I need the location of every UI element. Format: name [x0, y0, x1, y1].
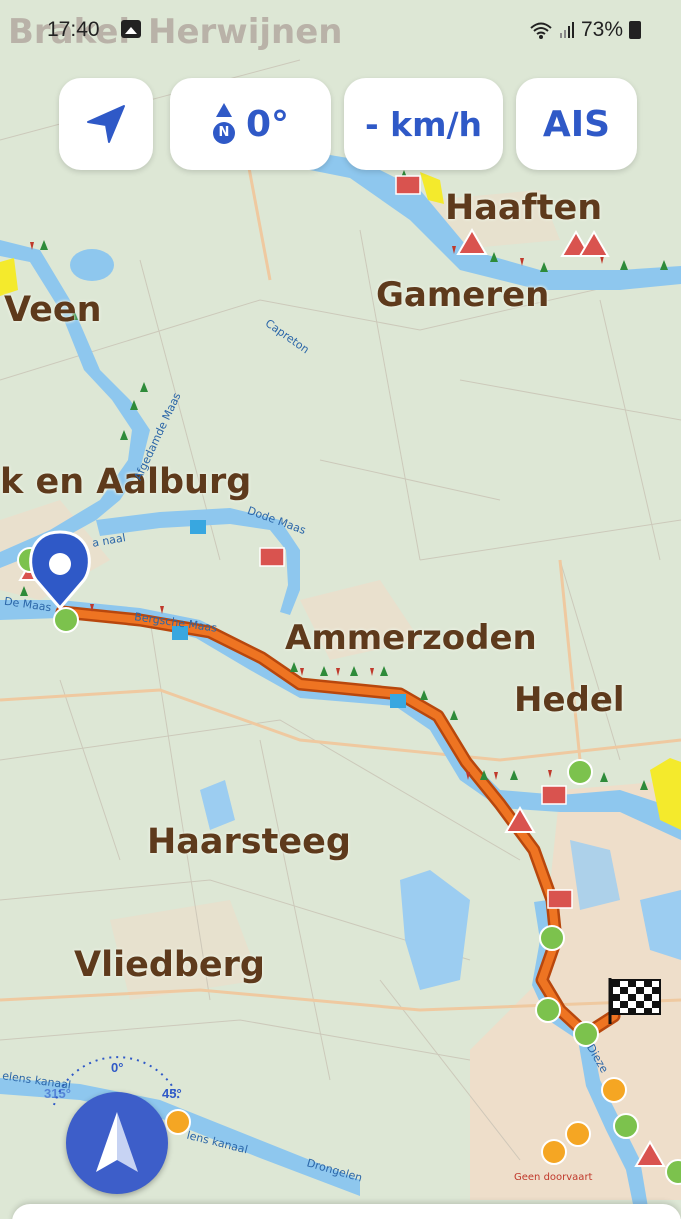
place-hedel: Hedel — [514, 680, 625, 720]
ais-button[interactable]: AIS — [516, 78, 637, 170]
bottom-sheet[interactable] — [12, 1204, 681, 1219]
battery-level: 73% — [580, 18, 623, 41]
north-indicator: N — [212, 101, 236, 147]
heading-button[interactable]: N 0° — [170, 78, 331, 170]
north-letter: N — [218, 125, 230, 140]
location-arrow-icon — [87, 105, 125, 143]
ais-label: AIS — [542, 103, 611, 145]
screen: Brakel Herwijnen Haaften Gameren Veen k … — [0, 0, 681, 1219]
compass-dial-0: 0° — [111, 1060, 124, 1075]
wifi-icon — [530, 22, 552, 39]
status-right: 73% — [529, 18, 641, 42]
place-gameren: Gameren — [376, 275, 550, 315]
status-time: 17:40 — [47, 18, 100, 41]
north-arrow-icon — [212, 103, 235, 144]
place-veen: Veen — [4, 290, 102, 330]
heading-value: 0° — [245, 103, 290, 145]
speed-value: - km/h — [364, 104, 483, 144]
place-haaften: Haaften — [445, 188, 603, 228]
place-haarsteeg: Haarsteeg — [147, 822, 351, 862]
compass-needle-icon — [96, 1112, 138, 1172]
battery-icon — [629, 21, 641, 39]
navigation-mode-button[interactable] — [59, 78, 153, 170]
place-vliedberg: Vliedberg — [74, 945, 265, 985]
place-aalburg: k en Aalburg — [0, 462, 252, 502]
gallery-notification-icon — [121, 20, 141, 38]
status-bar: 17:40 73% — [0, 0, 681, 62]
signal-icon — [559, 22, 574, 38]
geen-doorvaart-label: Geen doorvaart — [514, 1172, 593, 1183]
speed-button[interactable]: - km/h — [344, 78, 503, 170]
compass-button[interactable] — [66, 1092, 168, 1194]
place-ammerzoden: Ammerzoden — [285, 618, 537, 658]
map-canvas[interactable] — [0, 0, 681, 1219]
